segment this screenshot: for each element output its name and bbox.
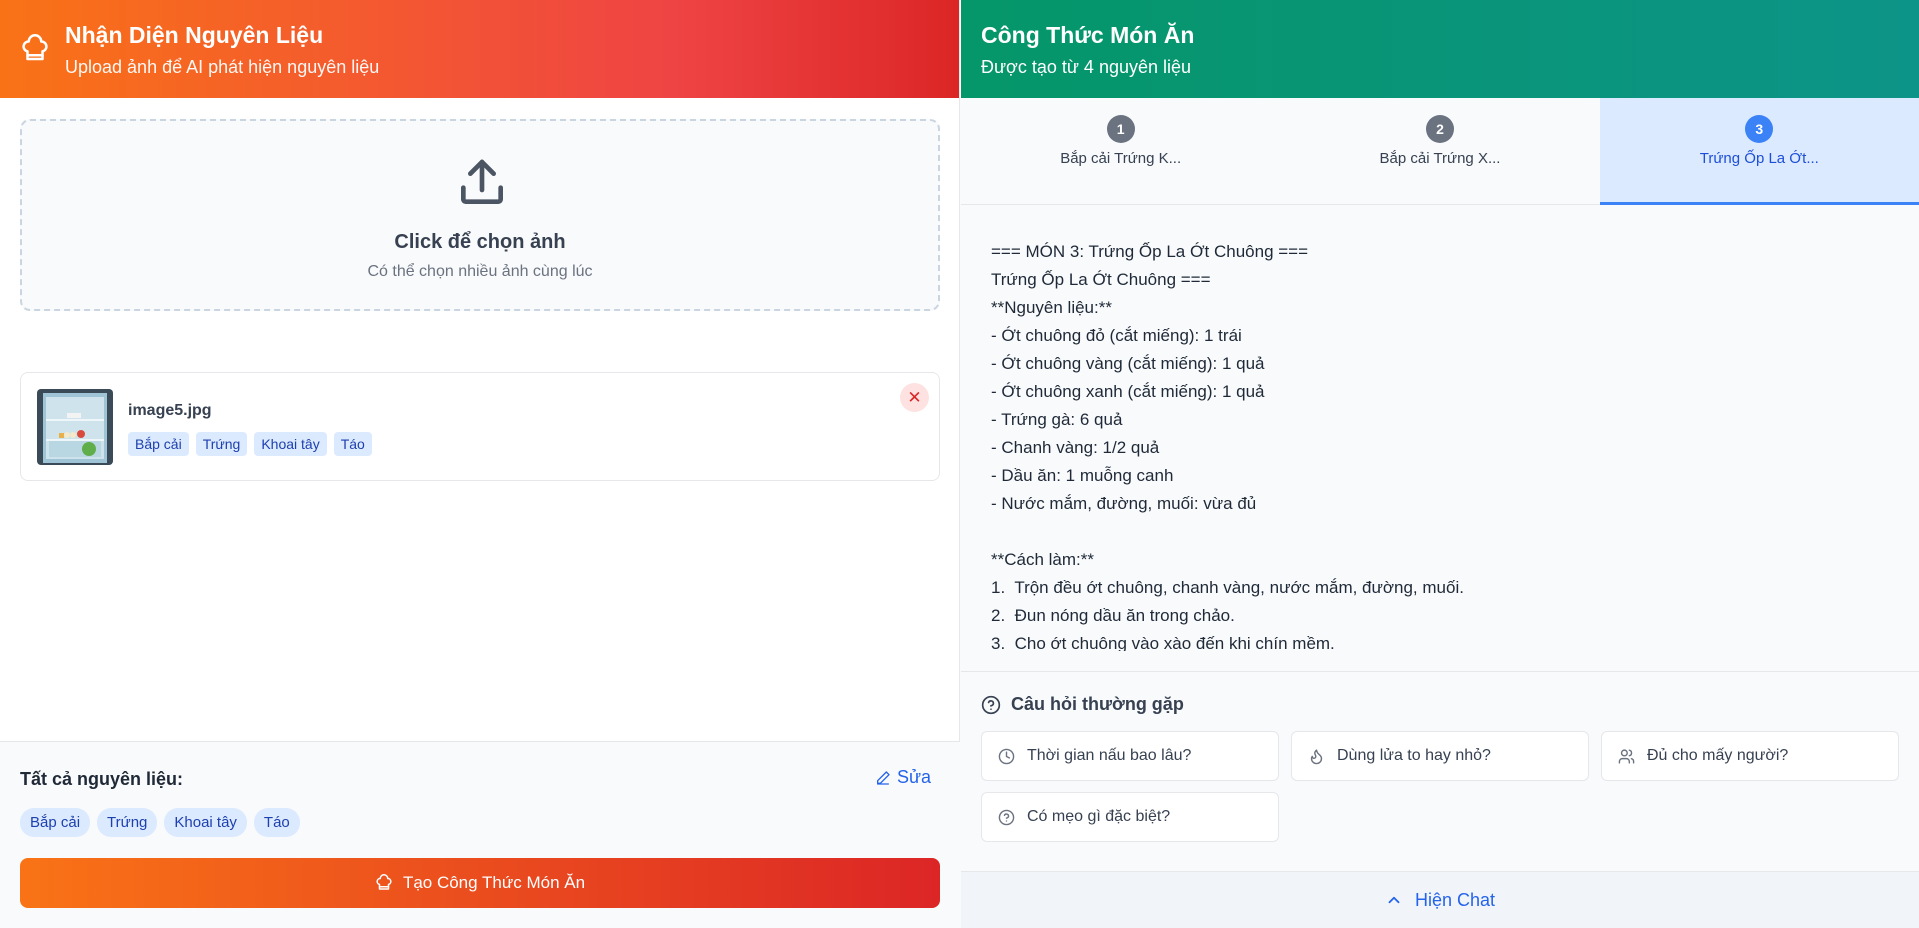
recipe-line: 3. Cho ớt chuông vào xào đến khi chín mề… bbox=[991, 634, 1335, 651]
pencil-icon bbox=[877, 770, 890, 785]
faq-header: Câu hỏi thường gặp bbox=[981, 694, 1184, 715]
recipe-line: **Nguyên liệu:** bbox=[991, 298, 1112, 317]
tab-number: 2 bbox=[1425, 115, 1454, 143]
recipe-line: - Dầu ăn: 1 muỗng canh bbox=[991, 466, 1174, 485]
help-circle-icon bbox=[998, 809, 1015, 825]
detected-tag: Trứng bbox=[195, 432, 248, 456]
faq-question-label: Dùng lửa to hay nhỏ? bbox=[1337, 747, 1491, 764]
recipe-line: - Ớt chuông xanh (cắt miếng): 1 quả bbox=[991, 382, 1265, 401]
ingredient-subtitle: Upload ảnh để AI phát hiện nguyên liệu bbox=[65, 57, 380, 77]
recipe-panel: Công Thức Món Ăn Được tạo từ 4 nguyên li… bbox=[961, 0, 1919, 928]
recipe-line: 2. Đun nóng dầu ăn trong chảo. bbox=[991, 606, 1235, 625]
image-upload-dropzone[interactable]: Click để chọn ảnh Có thể chọn nhiều ảnh … bbox=[20, 119, 940, 311]
chevron-up-icon bbox=[1388, 896, 1400, 904]
users-icon bbox=[1618, 748, 1635, 764]
recipe-content: === MÓN 3: Trứng Ốp La Ớt Chuông === Trứ… bbox=[991, 238, 1891, 651]
recipe-tab-3[interactable]: 3 Trứng Ốp La Ớt... bbox=[1599, 98, 1919, 205]
file-thumbnail bbox=[37, 389, 113, 465]
faq-question-heat[interactable]: Dùng lửa to hay nhỏ? bbox=[1291, 731, 1589, 781]
recipe-line: 1. Trộn đều ớt chuông, chanh vàng, nước … bbox=[991, 578, 1464, 597]
edit-label: Sửa bbox=[897, 767, 932, 787]
recipe-tabs: 1 Bắp cải Trứng K... 2 Bắp cải Trứng X..… bbox=[961, 98, 1919, 205]
file-tag-list: Bắp cải Trứng Khoai tây Táo bbox=[128, 432, 372, 456]
recipe-line: - Chanh vàng: 1/2 quả bbox=[991, 438, 1160, 457]
clock-icon bbox=[998, 748, 1015, 764]
help-circle-icon bbox=[981, 695, 1001, 714]
ingredient-title: Nhận Diện Nguyên Liệu bbox=[65, 22, 324, 48]
faq-section: Câu hỏi thường gặp Thời gian nấu bao lâu… bbox=[961, 671, 1919, 863]
recipe-subtitle: Được tạo từ 4 nguyên liệu bbox=[981, 57, 1192, 77]
recipe-line bbox=[991, 518, 1891, 546]
recipe-tab-2[interactable]: 2 Bắp cải Trứng X... bbox=[1280, 98, 1599, 205]
ingredient-summary: Tất cả nguyên liệu: Sửa Bắp cải Trứng Kh… bbox=[0, 741, 960, 928]
faq-question-label: Thời gian nấu bao lâu? bbox=[1027, 747, 1192, 764]
faq-question-servings[interactable]: Đủ cho mấy người? bbox=[1601, 731, 1899, 781]
ingredient-pill: Khoai tây bbox=[164, 808, 247, 837]
recipe-header: Công Thức Món Ăn Được tạo từ 4 nguyên li… bbox=[961, 0, 1919, 98]
ingredient-pill: Bắp cải bbox=[20, 808, 91, 837]
recipe-tab-1[interactable]: 1 Bắp cải Trứng K... bbox=[961, 98, 1280, 205]
tab-number: 3 bbox=[1745, 115, 1774, 143]
generate-recipe-button[interactable]: Tạo Công Thức Món Ăn bbox=[20, 858, 940, 908]
recipe-line: === MÓN 3: Trứng Ốp La Ớt Chuông === bbox=[991, 242, 1309, 261]
show-chat-button[interactable]: Hiện Chat bbox=[961, 871, 1919, 928]
remove-file-button[interactable]: ✕ bbox=[900, 383, 929, 412]
show-chat-label: Hiện Chat bbox=[1414, 889, 1496, 910]
detected-tag: Táo bbox=[333, 432, 372, 456]
detected-tag: Bắp cải bbox=[128, 432, 189, 456]
ingredient-pill: Táo bbox=[253, 808, 300, 837]
edit-ingredients-button[interactable]: Sửa bbox=[875, 767, 931, 788]
recipe-line: Trứng Ốp La Ớt Chuông === bbox=[991, 270, 1211, 289]
ingredient-header: Nhận Diện Nguyên Liệu Upload ảnh để AI p… bbox=[0, 0, 959, 98]
tab-number: 1 bbox=[1106, 115, 1135, 143]
chef-hat-icon bbox=[22, 34, 48, 61]
recipe-title: Công Thức Món Ăn bbox=[981, 22, 1195, 48]
ingredient-panel: Nhận Diện Nguyên Liệu Upload ảnh để AI p… bbox=[0, 0, 960, 928]
upload-hint: Có thể chọn nhiều ảnh cùng lúc bbox=[367, 263, 593, 280]
tab-label: Bắp cải Trứng K... bbox=[1060, 150, 1182, 167]
recipe-line: - Ớt chuông đỏ (cắt miếng): 1 trái bbox=[991, 326, 1242, 345]
upload-icon bbox=[461, 159, 503, 205]
detected-tag: Khoai tây bbox=[254, 432, 327, 456]
generate-label: Tạo Công Thức Món Ăn bbox=[402, 873, 586, 892]
recipe-line: **Cách làm:** bbox=[991, 550, 1094, 569]
faq-question-tips[interactable]: Có mẹo gì đặc biệt? bbox=[981, 792, 1279, 842]
file-name: image5.jpg bbox=[128, 402, 212, 419]
tab-label: Bắp cải Trứng X... bbox=[1379, 150, 1501, 167]
recipe-line: - Trứng gà: 6 quả bbox=[991, 410, 1123, 429]
uploaded-file-card: image5.jpg Bắp cải Trứng Khoai tây Táo ✕ bbox=[20, 372, 940, 481]
faq-question-cook-time[interactable]: Thời gian nấu bao lâu? bbox=[981, 731, 1279, 781]
chef-hat-icon bbox=[376, 874, 392, 890]
faq-title: Câu hỏi thường gặp bbox=[1011, 694, 1184, 714]
all-ingredients-label: Tất cả nguyên liệu: bbox=[20, 769, 184, 789]
recipe-line: - Nước mắm, đường, muối: vừa đủ bbox=[991, 494, 1257, 513]
faq-question-label: Đủ cho mấy người? bbox=[1647, 747, 1789, 764]
recipe-line: - Ớt chuông vàng (cắt miếng): 1 quả bbox=[991, 354, 1265, 373]
upload-title: Click để chọn ảnh bbox=[394, 231, 566, 253]
flame-icon bbox=[1310, 748, 1323, 764]
tab-label: Trứng Ốp La Ớt... bbox=[1699, 150, 1819, 167]
ingredient-pill-list: Bắp cải Trứng Khoai tây Táo bbox=[20, 808, 300, 837]
faq-question-label: Có mẹo gì đặc biệt? bbox=[1027, 808, 1171, 825]
ingredient-pill: Trứng bbox=[97, 808, 158, 837]
